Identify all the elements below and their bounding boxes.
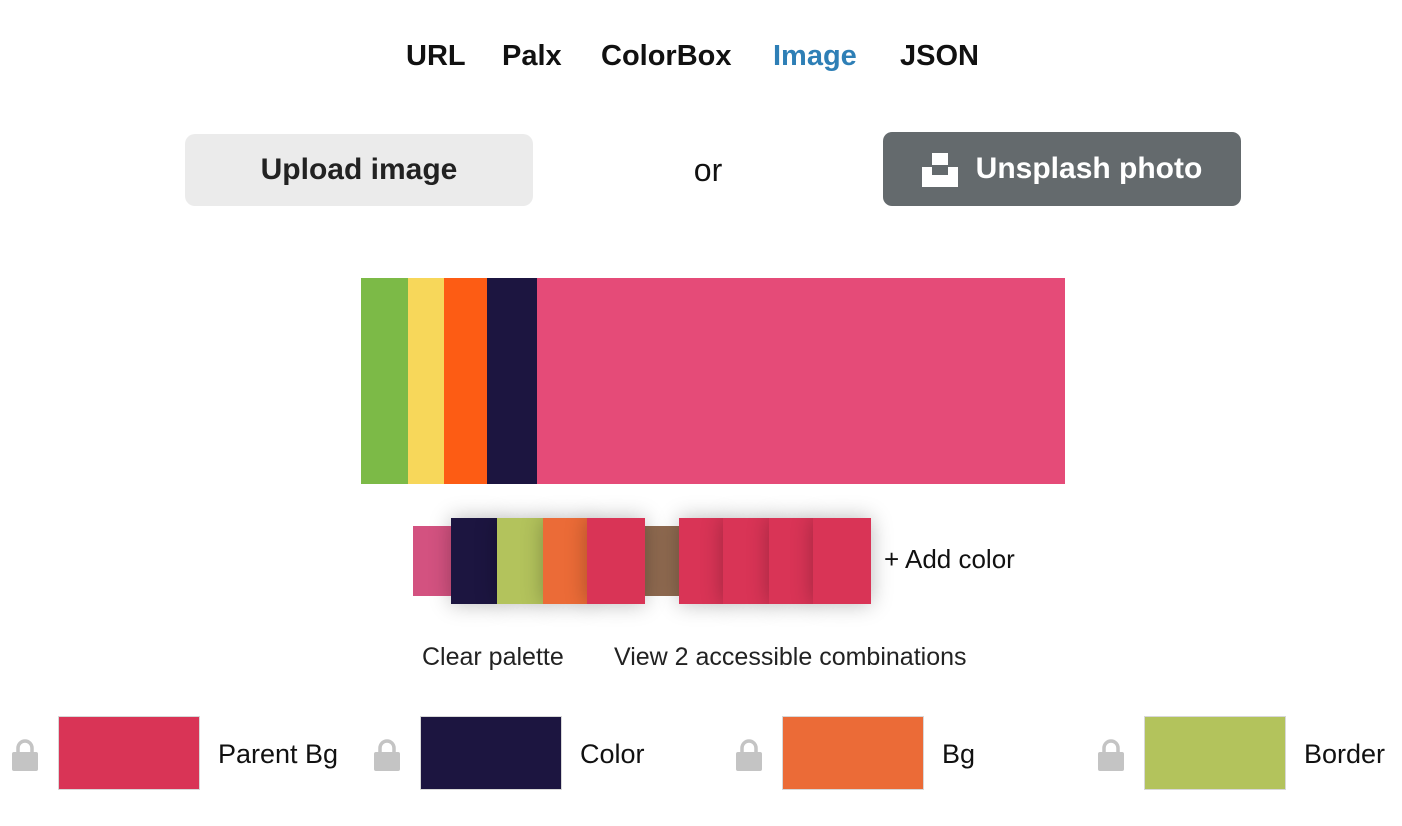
role-swatch-bg[interactable] bbox=[782, 716, 924, 790]
palette-swatch-6[interactable] bbox=[643, 526, 681, 596]
palette bbox=[413, 516, 873, 606]
role-swatch-border[interactable] bbox=[1144, 716, 1286, 790]
image-band-navy bbox=[487, 278, 537, 484]
view-combinations-link[interactable]: View 2 accessible combinations bbox=[614, 640, 967, 674]
palette-swatch-3[interactable] bbox=[497, 518, 545, 604]
nav-image[interactable]: Image bbox=[773, 34, 857, 78]
source-image bbox=[361, 278, 1065, 484]
role-label-parent-bg: Parent Bg bbox=[218, 739, 339, 769]
unsplash-logo-icon bbox=[921, 153, 958, 187]
palette-swatch-1[interactable] bbox=[413, 526, 453, 596]
role-label-border: Border bbox=[1304, 739, 1386, 769]
nav-url[interactable]: URL bbox=[406, 34, 466, 78]
clear-palette-link[interactable]: Clear palette bbox=[422, 640, 564, 674]
add-color-button[interactable]: + Add color bbox=[884, 538, 1015, 580]
palette-swatch-4[interactable] bbox=[543, 518, 591, 604]
lock-icon[interactable] bbox=[10, 738, 40, 772]
lock-icon[interactable] bbox=[372, 738, 402, 772]
nav-colorbox[interactable]: ColorBox bbox=[601, 34, 732, 78]
image-band-pink bbox=[537, 278, 1065, 484]
top-nav: URL Palx ColorBox Image JSON bbox=[0, 34, 1402, 78]
or-separator: or bbox=[693, 152, 723, 188]
image-band-orange bbox=[444, 278, 487, 484]
palette-swatch-8[interactable] bbox=[723, 518, 771, 604]
unsplash-photo-button[interactable]: Unsplash photo bbox=[883, 132, 1241, 206]
unsplash-photo-label: Unsplash photo bbox=[975, 152, 1203, 185]
image-band-green bbox=[361, 278, 408, 484]
lock-icon[interactable] bbox=[1096, 738, 1126, 772]
role-label-bg: Bg bbox=[942, 739, 976, 769]
lock-icon[interactable] bbox=[734, 738, 764, 772]
role-swatch-color[interactable] bbox=[420, 716, 562, 790]
palette-swatch-5[interactable] bbox=[587, 518, 645, 604]
nav-json[interactable]: JSON bbox=[900, 34, 979, 78]
nav-palx[interactable]: Palx bbox=[502, 34, 562, 78]
role-label-color: Color bbox=[580, 739, 645, 769]
role-swatch-parent-bg[interactable] bbox=[58, 716, 200, 790]
palette-swatch-2[interactable] bbox=[451, 518, 499, 604]
image-band-yellow bbox=[408, 278, 444, 484]
palette-swatch-7[interactable] bbox=[679, 518, 725, 604]
palette-swatch-10[interactable] bbox=[813, 518, 871, 604]
upload-image-button[interactable]: Upload image bbox=[185, 134, 533, 206]
palette-swatch-9[interactable] bbox=[769, 518, 815, 604]
